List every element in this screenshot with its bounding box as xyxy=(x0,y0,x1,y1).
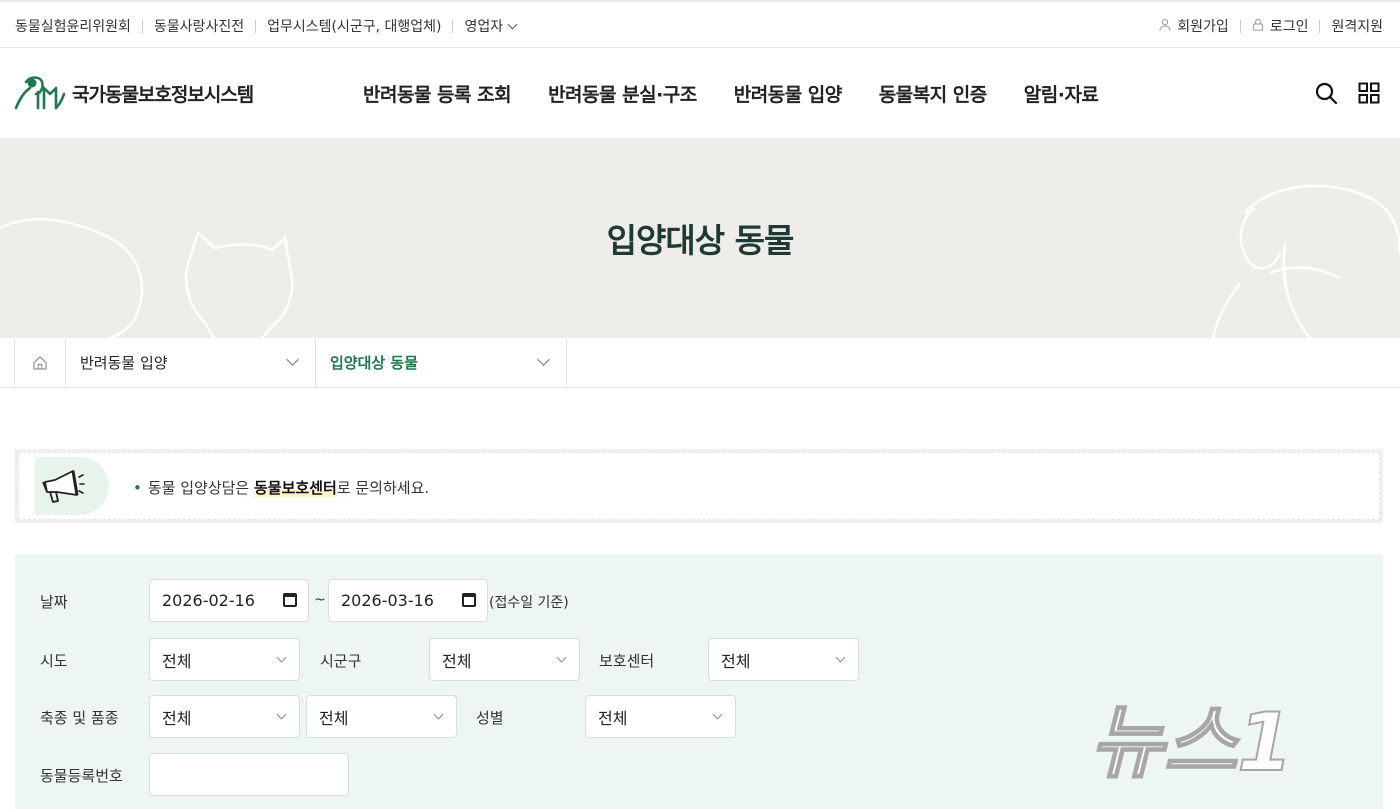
person-icon xyxy=(1159,18,1171,34)
date-range-separator: ~ xyxy=(314,592,326,608)
login-link[interactable]: 로그인 xyxy=(1270,16,1309,36)
chevron-down-icon xyxy=(286,353,299,366)
notice-message: • 동물 입양상담은 동물보호센터로 문의하세요. xyxy=(133,477,429,498)
shelter-value: 전체 xyxy=(721,651,751,671)
date-basis-note: (접수일 기준) xyxy=(489,595,569,611)
divider xyxy=(1319,19,1321,33)
sido-label: 시도 xyxy=(40,652,68,670)
utility-bar: 동물실험윤리위원회 동물사랑사진전 업무시스템(시군구, 대행업체) 영업자 회… xyxy=(0,0,1400,48)
main-header: 국가동물보호정보시스템 반려동물 등록 조회 반려동물 분실·구조 반려동물 입… xyxy=(0,48,1400,138)
notice-text-post: 로 문의하세요. xyxy=(336,479,430,497)
link-business-owner[interactable]: 영업자 xyxy=(464,16,503,36)
sigungu-select[interactable]: 전체 xyxy=(429,638,580,681)
sitemap-grid-icon[interactable] xyxy=(1358,82,1380,104)
chevron-down-icon xyxy=(433,709,444,720)
breed-select[interactable]: 전체 xyxy=(306,695,457,738)
breadcrumb-level2-label: 입양대상 동물 xyxy=(330,354,419,372)
breadcrumb: 반려동물 입양 입양대상 동물 xyxy=(0,338,1400,388)
chevron-down-icon xyxy=(276,709,287,720)
utility-right-links: 회원가입 로그인 원격지원 xyxy=(1159,16,1383,36)
breadcrumb-level1-dropdown[interactable]: 반려동물 입양 xyxy=(66,338,316,388)
chevron-down-icon xyxy=(712,709,723,720)
registration-number-input[interactable] xyxy=(149,753,349,796)
nav-registration-lookup[interactable]: 반려동물 등록 조회 xyxy=(363,80,512,107)
divider xyxy=(255,19,257,33)
utility-left-links: 동물실험윤리위원회 동물사랑사진전 업무시스템(시군구, 대행업체) 영업자 xyxy=(15,16,518,36)
date-to-value: 2026-03-16 xyxy=(341,591,434,610)
notice-box: • 동물 입양상담은 동물보호센터로 문의하세요. xyxy=(15,449,1383,523)
signup-link[interactable]: 회원가입 xyxy=(1177,16,1229,36)
search-icon[interactable] xyxy=(1314,81,1338,105)
link-ethics-committee[interactable]: 동물실험윤리위원회 xyxy=(15,16,131,36)
chevron-down-icon xyxy=(556,652,567,663)
species-select[interactable]: 전체 xyxy=(149,695,300,738)
home-icon xyxy=(33,356,47,370)
logo-icon xyxy=(14,76,66,110)
logo-text: 국가동물보호정보시스템 xyxy=(72,83,254,106)
nav-lost-rescue[interactable]: 반려동물 분실·구조 xyxy=(548,80,697,107)
news1-watermark: 뉴스1 xyxy=(1089,695,1294,788)
nav-welfare-certification[interactable]: 동물복지 인증 xyxy=(879,80,988,107)
notice-text-pre: 동물 입양상담은 xyxy=(147,479,254,497)
sido-value: 전체 xyxy=(162,651,192,671)
chevron-down-icon xyxy=(276,652,287,663)
date-from-input[interactable]: 2026-02-16 xyxy=(149,579,309,622)
shelter-select[interactable]: 전체 xyxy=(708,638,859,681)
sex-select[interactable]: 전체 xyxy=(585,695,736,738)
megaphone-badge xyxy=(35,457,109,515)
breadcrumb-level2-dropdown[interactable]: 입양대상 동물 xyxy=(316,338,567,388)
chevron-down-icon[interactable] xyxy=(507,19,518,29)
sido-select[interactable]: 전체 xyxy=(149,638,300,681)
calendar-icon[interactable] xyxy=(462,593,476,607)
sex-label: 성별 xyxy=(476,709,504,727)
watermark-text: 뉴스1 xyxy=(1090,696,1293,788)
species-value: 전체 xyxy=(162,708,192,728)
page-title: 입양대상 동물 xyxy=(606,221,795,260)
bullet: • xyxy=(133,479,142,497)
sex-value: 전체 xyxy=(598,708,628,728)
date-from-value: 2026-02-16 xyxy=(162,591,255,610)
divider xyxy=(1239,19,1241,33)
species-label: 축종 및 품종 xyxy=(40,709,119,727)
nav-adoption[interactable]: 반려동물 입양 xyxy=(734,80,843,107)
page-hero: 입양대상 동물 xyxy=(0,138,1400,338)
site-logo[interactable]: 국가동물보호정보시스템 xyxy=(14,74,254,112)
date-to-input[interactable]: 2026-03-16 xyxy=(328,579,488,622)
chevron-down-icon xyxy=(537,353,550,366)
megaphone-icon xyxy=(42,470,85,503)
divider xyxy=(452,19,454,33)
header-icons xyxy=(1314,81,1380,105)
registration-number-label: 동물등록번호 xyxy=(40,767,123,785)
link-photo-contest[interactable]: 동물사랑사진전 xyxy=(154,16,244,36)
sigungu-value: 전체 xyxy=(442,651,472,671)
remote-support-link[interactable]: 원격지원 xyxy=(1331,16,1383,36)
chevron-down-icon xyxy=(835,652,846,663)
breed-value: 전체 xyxy=(319,708,349,728)
sigungu-label: 시군구 xyxy=(320,652,362,670)
main-nav: 반려동물 등록 조회 반려동물 분실·구조 반려동물 입양 동물복지 인증 알림… xyxy=(363,80,1135,107)
date-label: 날짜 xyxy=(40,593,68,611)
divider xyxy=(141,19,143,33)
home-button[interactable] xyxy=(14,338,66,388)
calendar-icon[interactable] xyxy=(283,593,297,607)
notice-text-highlight: 동물보호센터 xyxy=(254,479,337,497)
link-work-system[interactable]: 업무시스템(시군구, 대행업체) xyxy=(267,16,441,36)
breadcrumb-level1-label: 반려동물 입양 xyxy=(80,354,168,372)
shelter-label: 보호센터 xyxy=(599,652,655,670)
nav-notice-data[interactable]: 알림·자료 xyxy=(1024,80,1099,107)
lock-icon xyxy=(1252,18,1264,34)
